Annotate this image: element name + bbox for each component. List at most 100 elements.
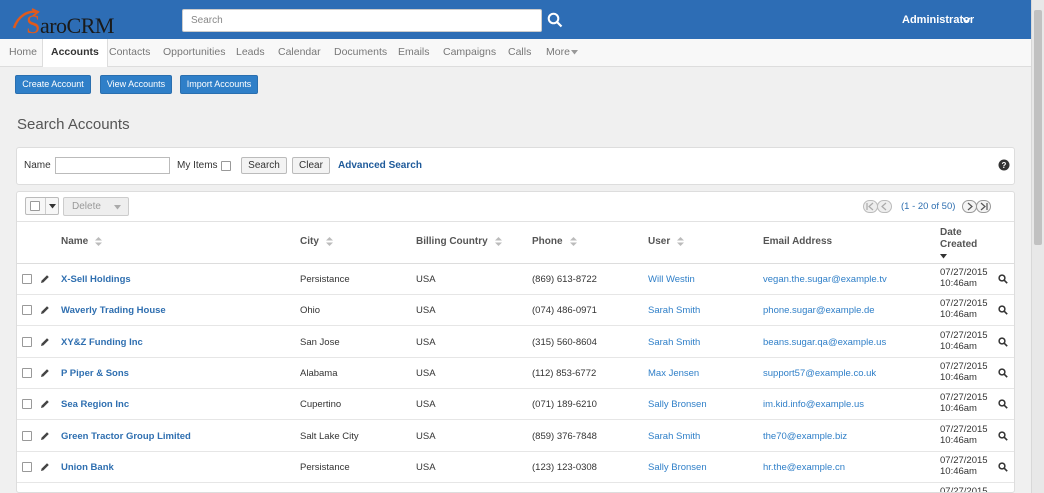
email-link[interactable]: phone.sugar@example.de (763, 305, 875, 316)
email-link[interactable]: vegan.the.sugar@example.tv (763, 274, 887, 285)
advanced-search-link[interactable]: Advanced Search (338, 160, 422, 171)
nav-documents[interactable]: Documents (334, 39, 387, 67)
user-link[interactable]: Sally Bronsen (648, 399, 707, 410)
magnifier-icon[interactable] (998, 368, 1008, 378)
edit-pencil-icon[interactable] (40, 305, 50, 315)
col-name[interactable]: Name (61, 236, 103, 247)
col-city[interactable]: City (300, 236, 333, 247)
clear-button[interactable]: Clear (292, 157, 330, 174)
nav-emails[interactable]: Emails (398, 39, 430, 67)
email-link[interactable]: hr.the@example.cn (763, 462, 845, 473)
magnifier-icon[interactable] (998, 305, 1008, 316)
edit-pencil-icon[interactable] (40, 368, 50, 378)
phone-cell: (123) 123-0308 (532, 461, 597, 473)
create-account-button[interactable]: Create Account (15, 75, 91, 94)
table-row[interactable]: 07/27/2015 (17, 483, 1014, 492)
table-row[interactable]: Sea Region Inc Cupertino USA (071) 189-6210… (17, 389, 1014, 421)
import-accounts-button[interactable]: Import Accounts (180, 75, 258, 94)
nav-calls[interactable]: Calls (508, 39, 531, 67)
edit-pencil-icon[interactable] (40, 337, 50, 347)
account-name-link[interactable]: Sea Region Inc (61, 399, 129, 410)
magnifier-icon[interactable] (998, 462, 1008, 472)
user-link[interactable]: Max Jensen (648, 368, 699, 379)
email-link[interactable]: support57@example.co.uk (763, 368, 876, 379)
time-value: 10:46am (940, 340, 977, 352)
caret-down-icon[interactable] (49, 204, 56, 209)
col-date-created[interactable]: Date Created (940, 227, 977, 263)
sort-icon[interactable] (494, 236, 502, 246)
user-link[interactable]: Sarah Smith (648, 431, 700, 442)
row-checkbox[interactable] (22, 399, 32, 410)
table-row[interactable]: P Piper & Sons Alabama USA (112) 853-6772 Ma… (17, 358, 1014, 389)
table-row[interactable]: Waverly Trading House Ohio USA (074) 486-09… (17, 295, 1014, 327)
edit-pencil-icon[interactable] (40, 462, 50, 472)
user-link[interactable]: Sally Bronsen (648, 462, 707, 473)
magnifier-icon[interactable] (998, 399, 1008, 409)
sort-icon[interactable] (677, 236, 685, 246)
nav-leads[interactable]: Leads (236, 39, 265, 67)
account-name-link[interactable]: P Piper & Sons (61, 368, 129, 379)
nav-accounts[interactable]: Accounts (42, 39, 108, 67)
table-row[interactable]: Green Tractor Group Limited Salt Lake Cit… (17, 421, 1014, 452)
user-link[interactable]: Will Westin (648, 274, 695, 285)
first-prev-page-icon[interactable] (863, 200, 893, 213)
sort-icon[interactable] (95, 236, 103, 246)
my-items-checkbox[interactable] (221, 161, 231, 171)
suitecrm-logo[interactable]: SaroCRM (10, 6, 114, 39)
account-name-link[interactable]: X-Sell Holdings (61, 274, 131, 285)
col-user[interactable]: User (648, 236, 685, 247)
account-name-link[interactable]: XY&Z Funding Inc (61, 337, 143, 348)
search-icon[interactable] (547, 12, 563, 28)
col-phone[interactable]: Phone (532, 236, 577, 247)
magnifier-icon[interactable] (998, 274, 1008, 284)
email-link[interactable]: the70@example.biz (763, 431, 847, 442)
name-search-input[interactable] (55, 157, 170, 174)
page-scrollbar[interactable] (1031, 0, 1044, 493)
search-button[interactable]: Search (241, 157, 287, 174)
user-link[interactable]: Sarah Smith (648, 337, 700, 348)
select-all-checkbox[interactable] (30, 201, 40, 211)
magnifier-icon[interactable] (998, 336, 1008, 347)
next-last-page-icon[interactable] (962, 200, 992, 213)
user-link[interactable]: Sarah Smith (648, 305, 700, 316)
chevron-down-icon[interactable] (962, 15, 971, 24)
nav-opportunities[interactable]: Opportunities (163, 39, 225, 67)
help-icon[interactable]: ? (998, 159, 1010, 171)
account-name-link[interactable]: Waverly Trading House (61, 305, 166, 316)
select-all-dropdown[interactable] (25, 197, 59, 215)
row-checkbox[interactable] (22, 367, 32, 378)
edit-pencil-icon[interactable] (40, 399, 50, 409)
row-checkbox[interactable] (22, 305, 32, 316)
magnifier-icon[interactable] (998, 430, 1008, 441)
email-link[interactable]: beans.sugar.qa@example.us (763, 337, 886, 348)
list-toolbar: Delete (1 - 20 of 50) (17, 192, 1014, 222)
caret-down-icon[interactable] (114, 205, 121, 210)
sort-desc-icon[interactable] (940, 254, 947, 259)
delete-button[interactable]: Delete (63, 197, 129, 216)
row-checkbox[interactable] (22, 461, 32, 472)
row-checkbox[interactable] (22, 336, 32, 347)
scrollbar-thumb[interactable] (1034, 10, 1042, 245)
table-row[interactable]: X-Sell Holdings Persistance USA (869) 613-8… (17, 264, 1014, 295)
account-name-link[interactable]: Union Bank (61, 462, 114, 473)
col-billing-country[interactable]: Billing Country (416, 236, 502, 247)
row-checkbox[interactable] (22, 274, 32, 284)
nav-more[interactable]: More (546, 39, 570, 67)
table-row[interactable]: Union Bank Persistance USA (123) 123-0308 Sa… (17, 452, 1014, 483)
sort-icon[interactable] (325, 236, 333, 246)
edit-pencil-icon[interactable] (40, 274, 50, 284)
email-link[interactable]: im.kid.info@example.us (763, 399, 864, 410)
account-name-link[interactable]: Green Tractor Group Limited (61, 431, 191, 442)
edit-pencil-icon[interactable] (40, 431, 50, 441)
view-accounts-button[interactable]: View Accounts (100, 75, 172, 94)
caret-down-icon[interactable] (571, 50, 578, 55)
phone-cell: (859) 376-7848 (532, 430, 597, 442)
global-search-input[interactable]: Search (182, 9, 542, 32)
table-row[interactable]: XY&Z Funding Inc San Jose USA (315) 560-860… (17, 327, 1014, 358)
nav-campaigns[interactable]: Campaigns (443, 39, 496, 67)
row-checkbox[interactable] (22, 430, 32, 441)
nav-home[interactable]: Home (9, 39, 37, 67)
nav-contacts[interactable]: Contacts (109, 39, 150, 67)
nav-calendar[interactable]: Calendar (278, 39, 321, 67)
sort-icon[interactable] (569, 236, 577, 246)
